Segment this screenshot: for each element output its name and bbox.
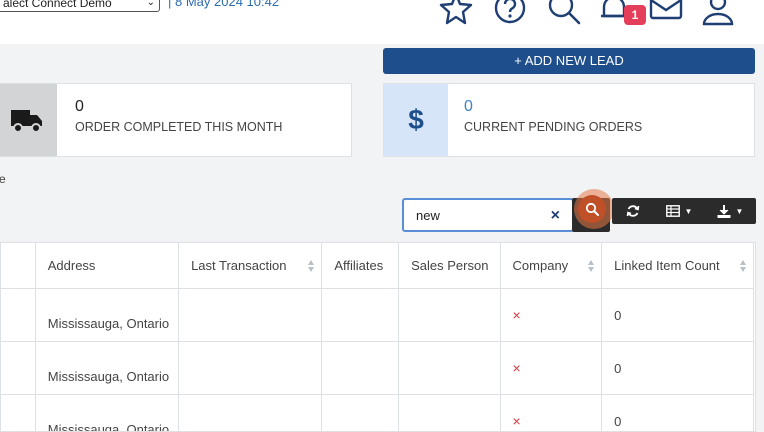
sort-icon bbox=[307, 258, 315, 274]
add-new-lead-button[interactable]: + ADD NEW LEAD bbox=[383, 48, 755, 74]
cell-affiliates bbox=[322, 342, 399, 395]
caret-down-icon: ▼ bbox=[736, 207, 744, 216]
chevron-down-icon: ⌄ bbox=[147, 0, 155, 8]
help-button[interactable] bbox=[492, 0, 528, 26]
column-header-sales-person[interactable]: Sales Person bbox=[399, 243, 500, 289]
column-header-last-transaction[interactable]: Last Transaction bbox=[179, 243, 322, 289]
company-select[interactable]: alect Connect Demo ⌄ bbox=[0, 0, 160, 12]
notification-badge: 1 bbox=[624, 5, 646, 25]
table-row[interactable]: Mississauga, Ontario × 0 bbox=[1, 395, 754, 432]
dollar-icon: $ bbox=[384, 84, 448, 156]
table-icon bbox=[666, 205, 680, 217]
profile-button[interactable] bbox=[700, 0, 736, 26]
cell-company: × bbox=[500, 289, 602, 342]
pending-orders-card: $ 0 CURRENT PENDING ORDERS bbox=[383, 83, 755, 157]
search-submit-button[interactable] bbox=[572, 198, 610, 232]
column-header-linked-item-count[interactable]: Linked Item Count bbox=[602, 243, 754, 289]
header-search-button[interactable] bbox=[546, 0, 582, 26]
clear-search-icon[interactable]: × bbox=[551, 207, 560, 225]
cell-linked-item-count: 0 bbox=[602, 289, 754, 342]
pending-orders-label: CURRENT PENDING ORDERS bbox=[464, 120, 642, 134]
leads-table: Address Last Transaction Affiliates Sale… bbox=[0, 242, 756, 432]
top-header: alect Connect Demo ⌄ | 8 May 2024 10:42 … bbox=[0, 0, 764, 44]
table-header-row: Address Last Transaction Affiliates Sale… bbox=[1, 243, 754, 289]
column-header-company[interactable]: Company bbox=[500, 243, 602, 289]
cell-last-transaction bbox=[179, 395, 322, 432]
cell-address: Mississauga, Ontario bbox=[35, 342, 178, 395]
orders-completed-value: 0 bbox=[75, 98, 84, 116]
side-text-fragment: e bbox=[0, 172, 6, 186]
cell-last-transaction bbox=[179, 342, 322, 395]
no-company-icon: × bbox=[513, 360, 521, 376]
column-header-checkbox bbox=[1, 243, 36, 289]
cell-sales-person bbox=[399, 395, 500, 432]
header-date: | 8 May 2024 10:42 bbox=[168, 0, 279, 9]
table-toolbar: ▼ ▼ bbox=[612, 198, 756, 224]
columns-button[interactable]: ▼ bbox=[662, 198, 696, 224]
export-button[interactable]: ▼ bbox=[712, 198, 748, 224]
caret-down-icon: ▼ bbox=[685, 207, 693, 216]
pending-orders-value: 0 bbox=[464, 98, 473, 116]
cell-sales-person bbox=[399, 289, 500, 342]
sort-icon bbox=[739, 258, 747, 274]
cell-address: Mississauga, Ontario bbox=[35, 289, 178, 342]
search-input[interactable] bbox=[414, 207, 538, 224]
star-icon bbox=[438, 0, 474, 26]
refresh-icon bbox=[626, 204, 640, 218]
column-header-affiliates[interactable]: Affiliates bbox=[322, 243, 399, 289]
search-field[interactable]: × bbox=[402, 198, 574, 232]
orders-completed-label: ORDER COMPLETED THIS MONTH bbox=[75, 120, 282, 134]
column-header-address[interactable]: Address bbox=[35, 243, 178, 289]
search-icon bbox=[546, 0, 582, 26]
table-row[interactable]: Mississauga, Ontario × 0 bbox=[1, 289, 754, 342]
favorites-button[interactable] bbox=[438, 0, 474, 26]
cell-company: × bbox=[500, 395, 602, 432]
mail-icon bbox=[648, 0, 684, 26]
search-icon bbox=[585, 202, 599, 216]
sort-icon bbox=[587, 258, 595, 274]
help-icon bbox=[492, 0, 528, 26]
cell-affiliates bbox=[322, 395, 399, 432]
cell-affiliates bbox=[322, 289, 399, 342]
cell-linked-item-count: 0 bbox=[602, 342, 754, 395]
messages-button[interactable] bbox=[648, 0, 684, 26]
user-icon bbox=[700, 0, 736, 26]
cell-last-transaction bbox=[179, 289, 322, 342]
cell-address: Mississauga, Ontario bbox=[35, 395, 178, 432]
cell-sales-person bbox=[399, 342, 500, 395]
cell-company: × bbox=[500, 342, 602, 395]
download-icon bbox=[717, 205, 731, 218]
orders-completed-card: 0 ORDER COMPLETED THIS MONTH bbox=[0, 83, 352, 157]
no-company-icon: × bbox=[513, 413, 521, 429]
cell-linked-item-count: 0 bbox=[602, 395, 754, 432]
truck-icon bbox=[0, 84, 57, 156]
no-company-icon: × bbox=[513, 307, 521, 323]
refresh-button[interactable] bbox=[622, 198, 644, 224]
table-row[interactable]: Mississauga, Ontario × 0 bbox=[1, 342, 754, 395]
company-select-value: alect Connect Demo bbox=[3, 0, 112, 10]
